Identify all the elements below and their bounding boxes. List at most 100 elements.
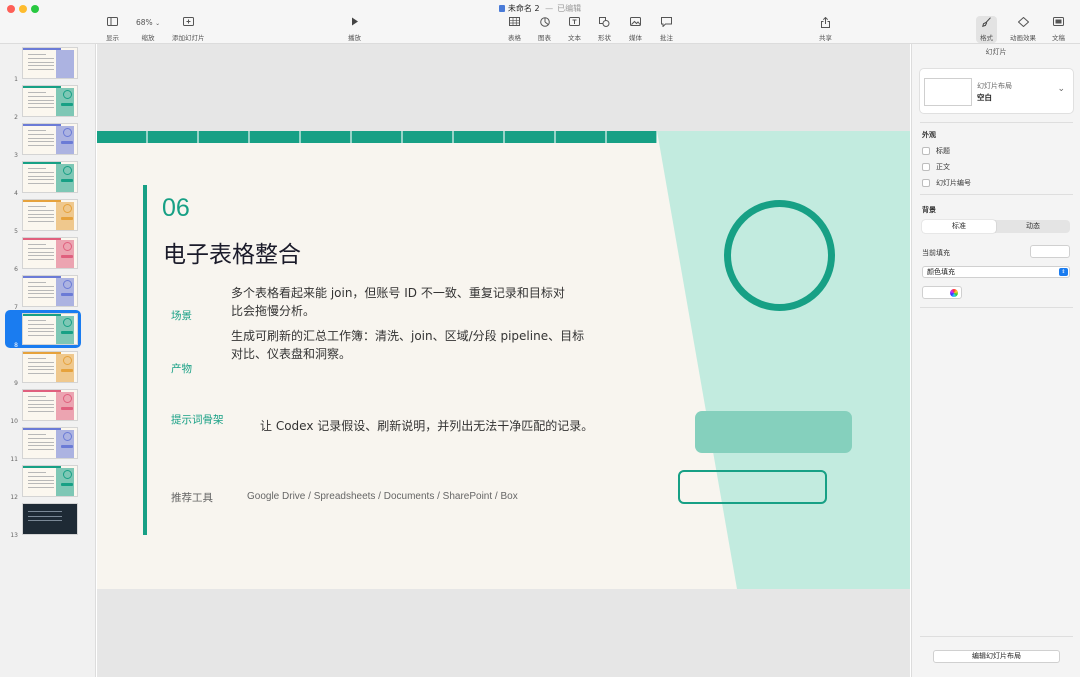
slide-thumbnail[interactable]: [22, 123, 78, 155]
slide-section-number[interactable]: 06: [162, 194, 190, 223]
play-button[interactable]: 播放: [348, 17, 361, 42]
slide-number: 4: [14, 190, 18, 197]
slide-thumbnail[interactable]: [22, 161, 78, 193]
add-slide-label: 添加幻灯片: [172, 34, 205, 42]
view-button[interactable]: 显示: [106, 17, 119, 42]
title-checkbox[interactable]: [922, 147, 930, 155]
standard-tab[interactable]: 标准: [922, 220, 996, 233]
slide-number: 12: [10, 494, 18, 501]
slide-thumbnail-row[interactable]: 13: [0, 503, 96, 539]
body-checkbox-row[interactable]: 正文: [922, 162, 950, 172]
slide-thumbnail[interactable]: [22, 427, 78, 459]
slide-number-checkbox[interactable]: [922, 179, 930, 187]
scene-text-line-2: 比会拖慢分析。: [231, 304, 316, 318]
share-label: 共享: [819, 34, 832, 42]
media-icon: [630, 17, 641, 29]
background-mode-control[interactable]: 标准 动态: [922, 220, 1070, 233]
paintbrush-icon: [981, 17, 992, 29]
format-inspector: 幻灯片 幻灯片布局 空白 ⌄ 外观 标题 正文 幻灯片编号 背景 标准 动态 当…: [911, 44, 1080, 677]
media-button[interactable]: 媒体: [629, 17, 642, 42]
scene-label[interactable]: 场景: [171, 308, 192, 323]
shape-icon: [599, 17, 610, 29]
animate-icon: [1017, 16, 1029, 29]
zoom-value: 68% ⌄: [136, 18, 161, 27]
slide-thumbnail[interactable]: [22, 275, 78, 307]
tools-label[interactable]: 推荐工具: [171, 490, 213, 505]
slide-number: 8: [14, 342, 18, 349]
slide-thumbnail[interactable]: [22, 465, 78, 497]
document-icon: [1053, 17, 1064, 29]
slide-layout-picker[interactable]: 幻灯片布局 空白 ⌄: [919, 68, 1074, 114]
document-title[interactable]: 未命名 2: [508, 4, 540, 13]
slide-number: 10: [10, 418, 18, 425]
slide-number: 5: [14, 228, 18, 235]
comment-button[interactable]: 批注: [660, 17, 673, 42]
slide-number: 11: [10, 456, 18, 463]
slide-thumbnail[interactable]: [22, 313, 78, 345]
text-button[interactable]: 文本: [568, 17, 581, 42]
edit-slide-layout-button[interactable]: 编辑幻灯片布局: [933, 650, 1060, 663]
slide-thumbnail-row[interactable]: 10: [0, 389, 96, 425]
title-checkbox-row[interactable]: 标题: [922, 146, 950, 156]
slide-thumbnail-row[interactable]: 11: [0, 427, 96, 463]
scene-text[interactable]: 多个表格看起来能 join，但账号 ID 不一致、重复记录和目标对 比会拖慢分析…: [231, 284, 611, 320]
slide-thumbnail-row[interactable]: 7: [0, 275, 96, 311]
slide-thumbnail-row[interactable]: 12: [0, 465, 96, 501]
output-label[interactable]: 产物: [171, 361, 192, 376]
fill-type-select[interactable]: 颜色填充 ⇕: [922, 266, 1070, 278]
fill-type-value: 颜色填充: [927, 268, 955, 276]
current-fill-swatch[interactable]: [1030, 245, 1070, 258]
animate-button[interactable]: 动画效果: [1010, 16, 1036, 42]
keynote-doc-icon: [498, 5, 505, 12]
color-wheel-icon[interactable]: [950, 289, 958, 297]
slide-thumbnail-row[interactable]: 4: [0, 161, 96, 197]
current-slide[interactable]: 06 电子表格整合 场景 多个表格看起来能 join，但账号 ID 不一致、重复…: [97, 131, 910, 589]
slide-thumbnail[interactable]: [22, 389, 78, 421]
slide-thumbnail-row[interactable]: 3: [0, 123, 96, 159]
prompt-label[interactable]: 提示词骨架: [171, 412, 224, 427]
zoom-menu[interactable]: 68% ⌄ 缩放: [136, 17, 160, 42]
prompt-text[interactable]: 让 Codex 记录假设、刷新说明，并列出无法干净匹配的记录。: [260, 417, 640, 435]
divider: [920, 122, 1073, 123]
color-well[interactable]: [922, 286, 962, 299]
document-button[interactable]: 文稿: [1052, 17, 1065, 42]
slide-thumbnail-row[interactable]: 6: [0, 237, 96, 273]
decorative-ring[interactable]: [724, 200, 835, 311]
slide-thumbnail-row[interactable]: 5: [0, 199, 96, 235]
slide-thumbnail[interactable]: [22, 503, 78, 535]
format-button[interactable]: 格式: [976, 16, 997, 43]
divider: [920, 194, 1073, 195]
slide-thumbnail[interactable]: [22, 85, 78, 117]
slide-number: 2: [14, 114, 18, 121]
chart-button[interactable]: 图表: [538, 17, 551, 42]
slide-thumbnail-row[interactable]: 8: [0, 310, 96, 349]
slide-thumbnail[interactable]: [22, 237, 78, 269]
dynamic-tab[interactable]: 动态: [996, 220, 1070, 233]
current-fill-label: 当前填充: [922, 249, 950, 257]
slide-thumbnail-row[interactable]: 2: [0, 85, 96, 121]
slide-number-checkbox-row[interactable]: 幻灯片编号: [922, 178, 971, 188]
output-text[interactable]: 生成可刷新的汇总工作簿：清洗、join、区域/分段 pipeline、目标 对比…: [231, 327, 611, 363]
table-button[interactable]: 表格: [508, 17, 521, 42]
slide-accent-bar: [143, 185, 147, 535]
tools-text[interactable]: Google Drive / Spreadsheets / Documents …: [247, 491, 518, 502]
slide-thumbnail-row[interactable]: 9: [0, 351, 96, 387]
slide-thumbnail-row[interactable]: 1: [0, 47, 96, 83]
slide-title[interactable]: 电子表格整合: [163, 235, 301, 269]
slide-thumbnail[interactable]: [22, 351, 78, 383]
output-text-line-1: 生成可刷新的汇总工作簿：清洗、join、区域/分段 pipeline、目标: [231, 329, 585, 343]
chevron-down-icon: ⌄: [155, 20, 161, 27]
slide-navigator: 1 2 3 4 5 6 7 8 9 10 11 12 13: [0, 44, 96, 677]
chart-label: 图表: [538, 34, 551, 42]
shape-button[interactable]: 形状: [598, 17, 611, 42]
slide-thumbnail[interactable]: [22, 199, 78, 231]
body-checkbox[interactable]: [922, 163, 930, 171]
share-button[interactable]: 共享: [819, 16, 832, 42]
body-checkbox-label: 正文: [936, 163, 950, 171]
add-slide-button[interactable]: 添加幻灯片: [172, 17, 205, 42]
decorative-outline-rect[interactable]: [678, 470, 827, 504]
layout-value: 空白: [977, 93, 992, 102]
decorative-filled-rect[interactable]: [695, 411, 852, 453]
slide-number: 3: [14, 152, 18, 159]
slide-thumbnail[interactable]: [22, 47, 78, 79]
